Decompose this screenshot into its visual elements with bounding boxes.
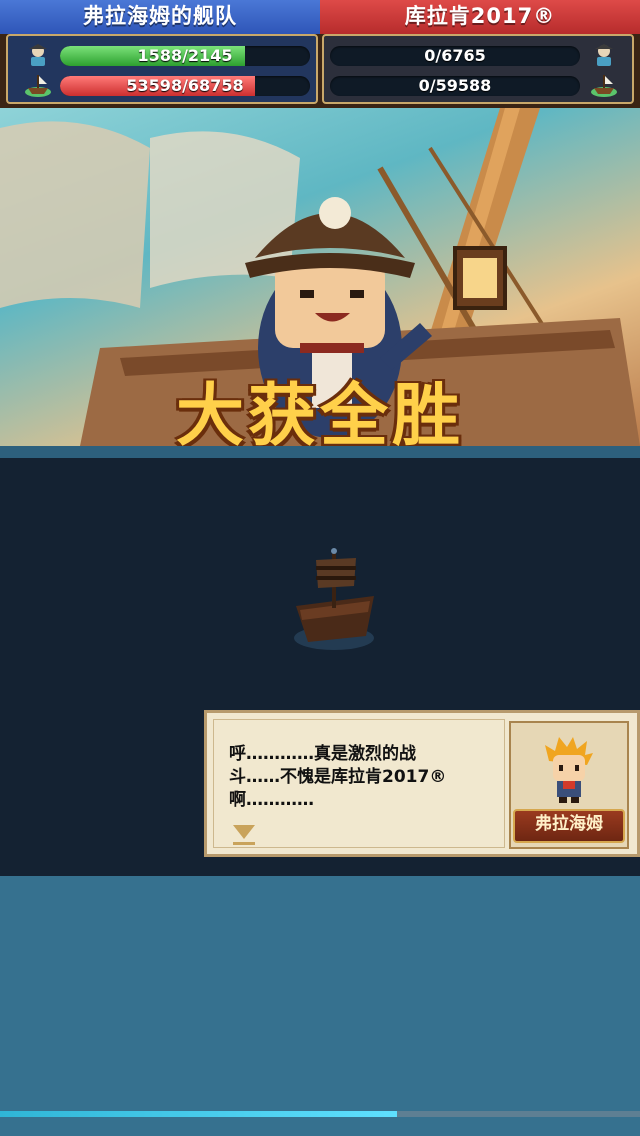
battle-progress-bar [0, 1111, 640, 1117]
victory-title: 大获全胜 [175, 377, 464, 446]
player-ship [294, 548, 374, 650]
player-crew-bar: 1588/2145 [60, 46, 310, 66]
crew-icon [29, 44, 47, 66]
enemy-stats-panel: 0/6765 0/59588 [322, 34, 634, 104]
speaker-portrait: 弗拉海姆 [509, 721, 629, 849]
continue-arrow-underline [233, 842, 255, 845]
ship-icon [25, 75, 51, 97]
player-crew-value: 1588/2145 [137, 46, 233, 65]
enemy-ship-value: 0/59588 [418, 76, 492, 95]
lower-sea [0, 876, 640, 1136]
ship-icon [591, 75, 617, 97]
enemy-crew-value: 0/6765 [424, 46, 486, 65]
player-ship-value: 53598/68758 [126, 76, 244, 95]
speaker-avatar [545, 737, 593, 803]
battle-progress-fill [0, 1111, 397, 1117]
dialog-line: 斗……不愧是库拉肯2017® [229, 767, 447, 787]
dialog-box[interactable]: 呼…………真是激烈的战 斗……不愧是库拉肯2017® 啊………… 弗拉海姆 [204, 710, 640, 857]
dialog-line: 呼…………真是激烈的战 [229, 744, 416, 764]
player-stats-panel: 1588/2145 53598/68758 [6, 34, 318, 104]
speaker-name: 弗拉海姆 [513, 809, 625, 843]
crew-icon [595, 44, 613, 66]
victory-banner: 大获全胜 [0, 108, 640, 446]
continue-arrow-icon[interactable] [233, 825, 255, 839]
enemy-ship-bar: 0/59588 [330, 76, 580, 96]
player-ship-bar: 53598/68758 [60, 76, 310, 96]
battle-status-header: 弗拉海姆的舰队 库拉肯2017® 1588/2145 53598/68758 0… [0, 0, 640, 108]
dialog-line: 啊………… [229, 790, 314, 810]
player-fleet-name: 弗拉海姆的舰队 [0, 0, 320, 34]
dialog-text: 呼…………真是激烈的战 斗……不愧是库拉肯2017® 啊………… [229, 743, 499, 812]
enemy-crew-bar: 0/6765 [330, 46, 580, 66]
sea-horizon [0, 446, 640, 458]
enemy-fleet-name: 库拉肯2017® [320, 0, 640, 34]
